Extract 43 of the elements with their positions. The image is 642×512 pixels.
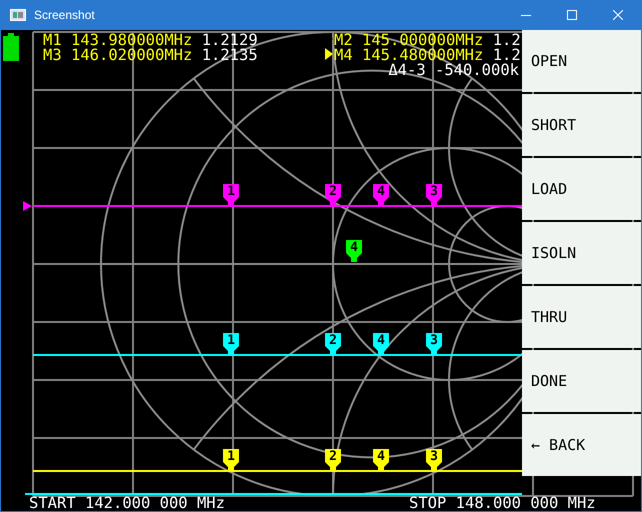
menu-button[interactable]: OPEN: [522, 30, 641, 92]
close-icon: [613, 10, 623, 20]
marker-label: M2: [334, 31, 353, 49]
marker-label: M3: [43, 46, 62, 64]
marker-label: M1: [43, 31, 62, 49]
app-icon: [10, 9, 26, 21]
marker-flag: 4: [373, 184, 389, 206]
marker-flag: 3: [426, 184, 442, 206]
sweep-stop: STOP 148.000 000 MHz: [409, 496, 596, 511]
marker-flag: 2: [325, 333, 341, 355]
marker-value: 1.2: [492, 31, 521, 49]
marker-flag: 3: [426, 449, 442, 471]
marker-value: 1.2129: [202, 31, 258, 49]
marker-flag: 1: [223, 449, 239, 471]
marker-frequency: 143.980000MHz: [71, 31, 192, 49]
marker-value: 1.2135: [202, 46, 258, 64]
marker-flag: 4: [346, 240, 362, 262]
marker-frequency: 146.020000MHz: [71, 46, 192, 64]
maximize-icon: [567, 10, 577, 20]
battery-icon: [3, 33, 19, 61]
window-title: Screenshot: [34, 8, 96, 22]
menu-button[interactable]: DONE: [522, 350, 641, 412]
marker-flag: 2: [325, 449, 341, 471]
minimize-icon: [521, 14, 531, 16]
menu-button[interactable]: SHORT: [522, 94, 641, 156]
marker-flag: 1: [223, 333, 239, 355]
menu-button[interactable]: LOAD: [522, 158, 641, 220]
marker-label: M4: [334, 46, 353, 64]
menu-button[interactable]: ISOLN: [522, 222, 641, 284]
menu-button[interactable]: THRU: [522, 286, 641, 348]
sweep-start: START 142.000 000 MHz: [29, 496, 225, 511]
marker-flag: 4: [373, 333, 389, 355]
menu-button[interactable]: ← BACK: [522, 414, 641, 476]
marker-flag: 2: [325, 184, 341, 206]
delta-label: Δ4-3: [388, 61, 426, 79]
delta-value: -540.000k: [435, 61, 519, 79]
marker-frequency: 145.480000MHz: [362, 46, 484, 64]
marker-flag: 4: [373, 449, 389, 471]
marker-value: 1.2: [492, 46, 521, 64]
marker-flag: 1: [223, 184, 239, 206]
marker-frequency: 145.000000MHz: [362, 31, 484, 49]
active-marker-icon: [325, 48, 333, 60]
marker-flag: 3: [426, 333, 442, 355]
